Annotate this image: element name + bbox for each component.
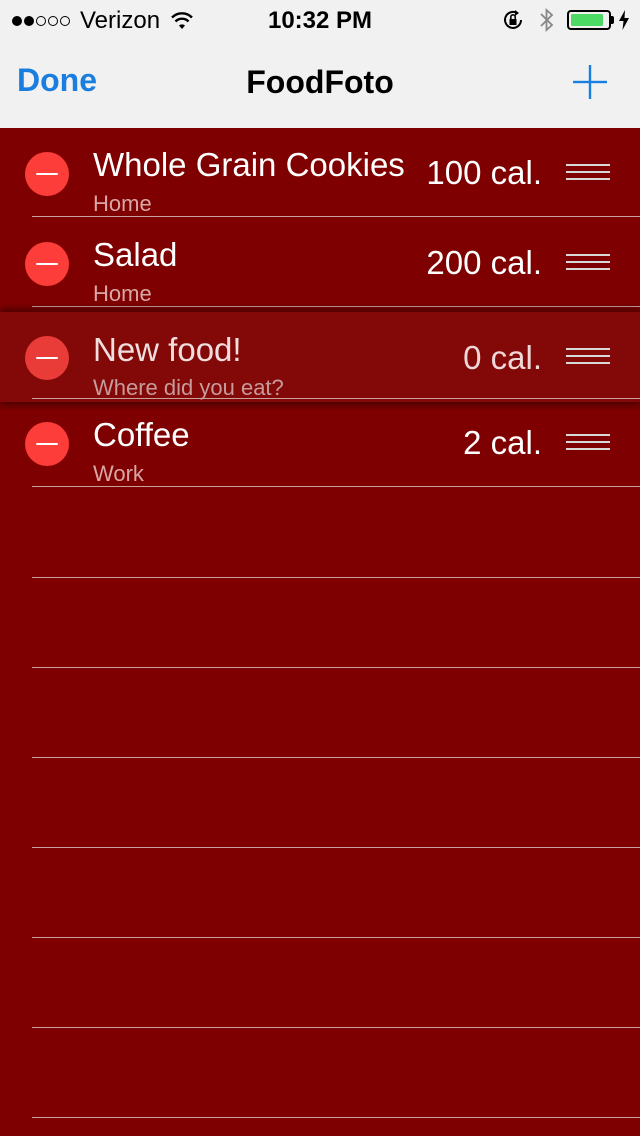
- reorder-handle-icon[interactable]: [566, 164, 610, 182]
- row-separator: [32, 1027, 640, 1028]
- row-separator: [32, 398, 640, 399]
- battery-icon: [567, 10, 611, 30]
- row-separator: [32, 577, 640, 578]
- food-place: Home: [93, 191, 152, 216]
- charging-icon: [619, 10, 629, 30]
- food-place: Home: [93, 281, 152, 306]
- delete-button[interactable]: [25, 242, 69, 286]
- food-calories: 2 cal.: [463, 424, 542, 461]
- food-name: New food!: [93, 331, 242, 368]
- orientation-lock-icon: [504, 10, 522, 29]
- battery-level: [571, 14, 603, 26]
- row-separator: [32, 847, 640, 848]
- navigation-bar: Done FoodFoto: [0, 40, 640, 128]
- food-list: Whole Grain Cookies Home 100 cal. Salad …: [0, 128, 640, 1136]
- food-row[interactable]: Salad Home 200 cal.: [0, 218, 640, 308]
- delete-button[interactable]: [25, 152, 69, 196]
- bluetooth-icon: [540, 7, 554, 33]
- food-row-dragging[interactable]: New food! Where did you eat? 0 cal.: [0, 312, 640, 402]
- food-row[interactable]: Whole Grain Cookies Home 100 cal.: [0, 128, 640, 218]
- row-separator: [32, 667, 640, 668]
- food-name: Coffee: [93, 416, 190, 453]
- food-name: Whole Grain Cookies: [93, 146, 405, 183]
- row-separator: [32, 937, 640, 938]
- delete-button[interactable]: [25, 336, 69, 380]
- delete-button[interactable]: [25, 422, 69, 466]
- food-name: Salad: [93, 236, 178, 273]
- status-right: [501, 7, 630, 33]
- food-place: Work: [93, 461, 144, 486]
- row-separator: [32, 1117, 640, 1118]
- row-separator: [32, 306, 640, 307]
- row-separator: [32, 486, 640, 487]
- food-calories: 0 cal.: [463, 339, 542, 376]
- nav-title: FoodFoto: [246, 64, 394, 100]
- battery-nub: [611, 16, 614, 24]
- reorder-handle-icon[interactable]: [566, 254, 610, 272]
- plus-icon: [573, 65, 607, 99]
- status-bar: Verizon 10:32 PM: [0, 0, 640, 40]
- row-separator: [32, 216, 640, 217]
- reorder-handle-icon[interactable]: [566, 348, 610, 366]
- reorder-handle-icon[interactable]: [566, 434, 610, 452]
- food-calories: 200 cal.: [426, 244, 542, 281]
- row-separator: [32, 757, 640, 758]
- food-row[interactable]: Coffee Work 2 cal.: [0, 398, 640, 488]
- add-button[interactable]: [570, 62, 610, 102]
- food-calories: 100 cal.: [426, 154, 542, 191]
